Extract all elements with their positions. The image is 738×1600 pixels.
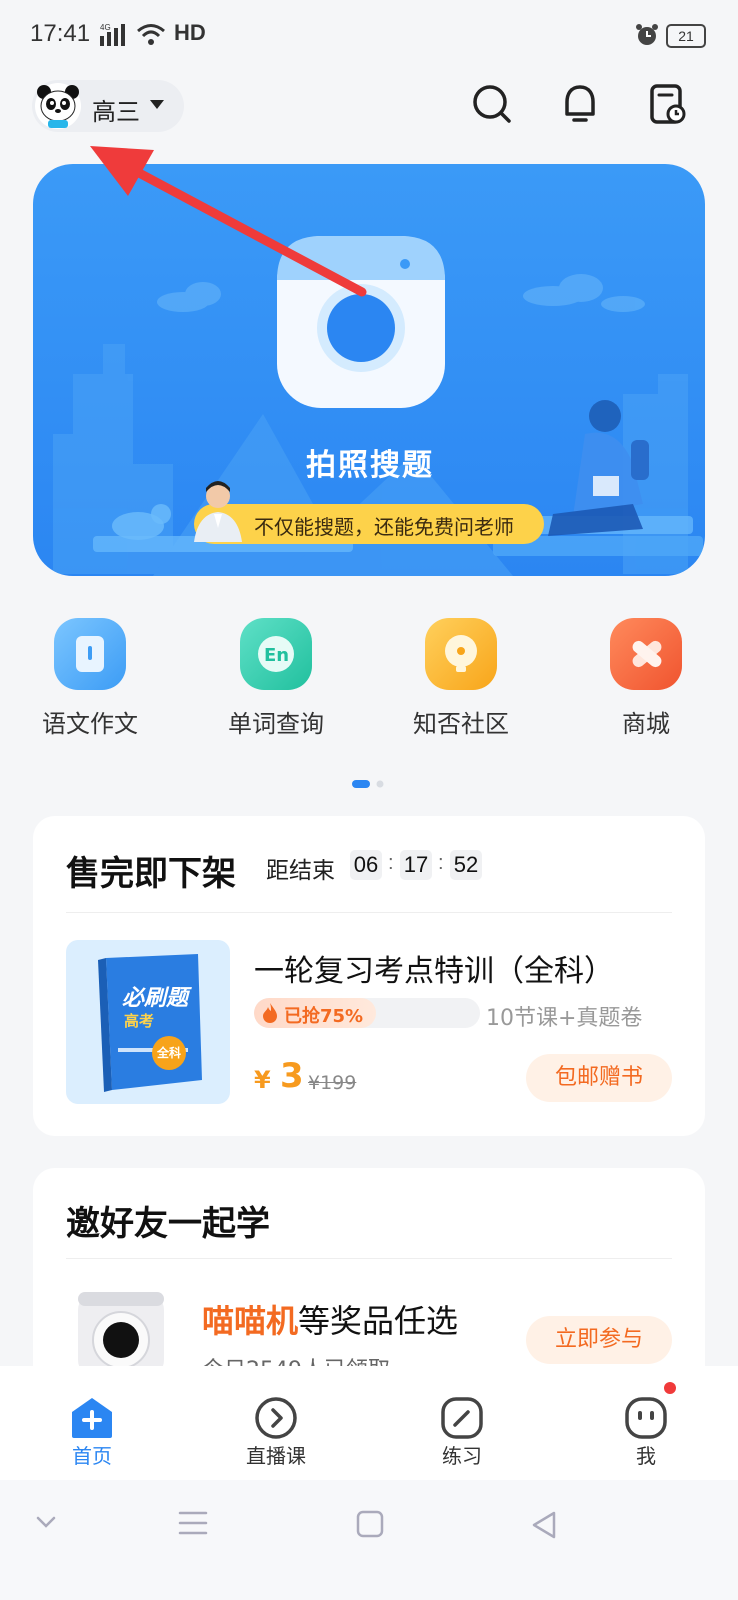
tab-label: 我 xyxy=(636,1444,656,1468)
red-arrow-annotation xyxy=(80,136,380,310)
alarm-icon xyxy=(634,22,660,52)
bulb-icon xyxy=(425,618,497,690)
tab-home[interactable]: 首页 xyxy=(32,1366,152,1476)
page-indicator xyxy=(352,774,388,793)
countdown-hours: 06 xyxy=(350,850,382,880)
countdown-minutes: 17 xyxy=(400,850,432,880)
study-record-icon[interactable] xyxy=(646,82,690,132)
notification-dot xyxy=(664,1382,676,1394)
card-divider xyxy=(66,1258,672,1259)
invite-title: 邀好友一起学 xyxy=(66,1204,270,1244)
svg-text:En: En xyxy=(264,645,289,666)
quick-link-label: 商城 xyxy=(622,710,670,738)
tab-label: 首页 xyxy=(72,1444,112,1468)
status-time: 17:41 xyxy=(30,20,91,47)
quick-link-community[interactable]: 知否社区 xyxy=(391,614,531,744)
quick-links: 语文作文 En 单词查询 知否社区 商城 xyxy=(0,614,738,744)
invite-headline[interactable]: 喵喵机等奖品任选 xyxy=(202,1296,458,1342)
teacher-avatar xyxy=(188,476,248,546)
original-price: ¥199 xyxy=(308,1072,357,1094)
quick-link-label: 单词查询 xyxy=(228,710,324,738)
countdown-colon: : xyxy=(438,852,444,874)
live-play-icon xyxy=(254,1396,298,1444)
flash-sale-title: 售完即下架 xyxy=(66,854,236,894)
gift-book-button[interactable]: 包邮赠书 xyxy=(526,1054,672,1102)
invite-headline-rest: 等奖品任选 xyxy=(298,1302,459,1340)
home-icon xyxy=(70,1396,114,1444)
essay-icon xyxy=(54,618,126,690)
shop-icon xyxy=(610,618,682,690)
quick-link-label: 知否社区 xyxy=(413,710,509,738)
bell-icon[interactable] xyxy=(558,82,602,132)
nav-home-icon[interactable] xyxy=(356,1510,384,1542)
panda-avatar[interactable] xyxy=(34,82,82,134)
book-subtitle: 高考 xyxy=(124,1012,155,1030)
battery-indicator: 21 xyxy=(666,24,706,48)
nav-down-icon[interactable] xyxy=(34,1514,58,1534)
system-nav-bar xyxy=(0,1480,738,1600)
me-face-icon xyxy=(624,1396,668,1444)
quick-link-shop[interactable]: 商城 xyxy=(576,614,716,744)
nav-menu-icon[interactable] xyxy=(178,1510,208,1540)
countdown-seconds: 52 xyxy=(450,850,482,880)
status-bar: 17:41 4G HD 21 xyxy=(0,0,738,72)
tab-label: 练习 xyxy=(442,1444,482,1468)
practice-pen-icon xyxy=(440,1396,484,1444)
countdown-colon: : xyxy=(388,852,394,874)
banner-subtitle: 不仅能搜题，还能免费问老师 xyxy=(254,515,514,539)
banner-title: 拍照搜题 xyxy=(306,448,434,483)
signal-icon: 4G xyxy=(100,22,132,52)
bottom-tab-bar: 首页 直播课 练习 我 xyxy=(0,1366,738,1480)
join-now-button[interactable]: 立即参与 xyxy=(526,1316,672,1364)
product-desc: 10节课+真题卷 xyxy=(486,1006,643,1031)
tab-practice[interactable]: 练习 xyxy=(402,1366,522,1476)
quick-link-word[interactable]: En 单词查询 xyxy=(206,614,346,744)
tab-live[interactable]: 直播课 xyxy=(216,1366,336,1476)
book-badge: 全科 xyxy=(152,1036,186,1070)
grade-label: 高三 xyxy=(92,98,140,126)
quick-link-label: 语文作文 xyxy=(42,710,138,738)
flame-icon xyxy=(262,1002,278,1028)
product-name[interactable]: 一轮复习考点特训（全科） xyxy=(254,946,614,990)
invite-highlight: 喵喵机 xyxy=(202,1302,299,1340)
price-symbol: ¥ xyxy=(254,1066,271,1094)
product-image[interactable]: 必刷题 高考 全科 xyxy=(66,940,230,1104)
svg-text:4G: 4G xyxy=(100,23,111,32)
card-divider xyxy=(66,912,672,913)
nav-back-icon[interactable] xyxy=(530,1510,558,1544)
sold-text: 已抢75% xyxy=(284,1006,364,1027)
countdown-label: 距结束 xyxy=(266,858,335,884)
word-icon: En xyxy=(240,618,312,690)
book-title: 必刷题 xyxy=(122,986,189,1011)
network-label: HD xyxy=(174,20,206,45)
search-icon[interactable] xyxy=(470,82,514,130)
tab-label: 直播课 xyxy=(246,1444,306,1468)
tab-me[interactable]: 我 xyxy=(586,1366,706,1476)
quick-link-essay[interactable]: 语文作文 xyxy=(20,614,160,744)
caret-down-icon xyxy=(150,100,164,109)
wifi-icon xyxy=(136,22,166,52)
price: 3 xyxy=(280,1056,304,1096)
